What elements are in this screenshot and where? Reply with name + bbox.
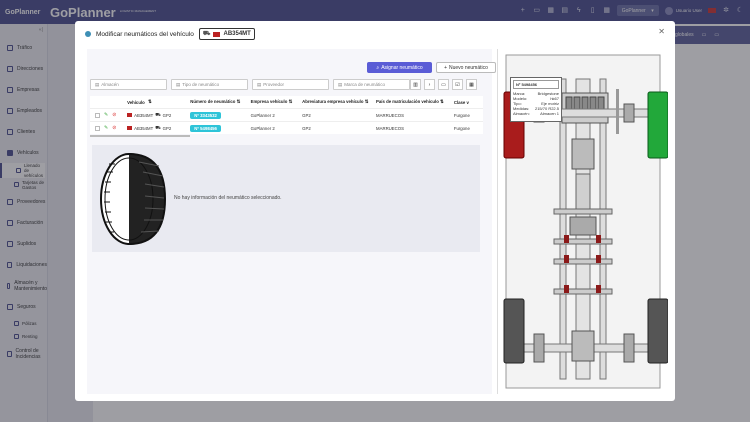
close-icon[interactable]: ✕ (658, 27, 665, 36)
filter-marca-neumatico[interactable]: ▤ Marca de neumático (333, 79, 410, 90)
table-row[interactable]: ✎ ⊘ AB354MT ⛟ GP2 Nº 3343532 GoPlanner 2 GP… (90, 109, 483, 122)
filter-icon: ▤ (176, 81, 181, 87)
tire-number-badge: Nº 3343532 (190, 111, 221, 119)
tire-rear-left[interactable] (503, 298, 525, 364)
filter-icon: ▤ (95, 81, 100, 87)
card-view-icon[interactable]: ▭ (438, 79, 449, 90)
column-header-abreviatura[interactable]: Abreviatura empresa vehículo ⇅ (302, 99, 376, 105)
row-checkbox[interactable] (95, 125, 100, 131)
column-header-vehiculo[interactable]: Vehículo ⇅ (127, 99, 190, 105)
tire-list-panel: ⌕ Asignar neumático + Nuevo neumático ▤ Alm… (87, 49, 496, 394)
tire-info-panel: No hay información del neumático selecci… (92, 145, 480, 252)
vehicle-axle-diagram: Nº 5498456 Marca: Bridgestone Modelo: hk67… (497, 49, 669, 394)
tire-front-right[interactable] (647, 91, 669, 159)
tire-number-badge: Nº 5498456 (190, 124, 221, 132)
tire-illustration-icon (100, 153, 167, 245)
delete-icon[interactable]: ⊘ (112, 112, 116, 118)
check-icon[interactable]: ☑ (452, 79, 463, 90)
delete-icon[interactable]: ⊘ (112, 125, 116, 131)
horizontal-scrollbar[interactable] (90, 135, 190, 137)
filter-tipo-neumatico[interactable]: ▤ Tipo de neumático (171, 79, 248, 90)
edit-icon[interactable]: ✎ (104, 125, 108, 131)
vehicle-plate-badge: ⛟ AB354MT (198, 28, 255, 40)
row-checkbox[interactable] (95, 112, 100, 118)
table-row[interactable]: ✎ ⊘ AB354MT ⛟ GP2 Nº 5498456 GoPlanner 2 GP… (90, 122, 483, 134)
no-info-message: No hay información del neumático selecci… (174, 195, 282, 201)
flag-icon (127, 113, 133, 117)
column-header-numero[interactable]: Número de neumático ⇅ (190, 99, 250, 105)
filter-icon: ▤ (338, 81, 343, 87)
assign-tire-button[interactable]: ⌕ Asignar neumático (367, 62, 432, 73)
filter-almacen[interactable]: ▤ Almacén (90, 79, 167, 90)
filter-proveedor[interactable]: ▤ Proveedor (252, 79, 329, 90)
truck-icon: ⛟ (155, 124, 161, 130)
columns-icon[interactable]: ▥ (410, 79, 421, 90)
column-header-clase[interactable]: Clase v (454, 100, 483, 105)
tires-table: Vehículo ⇅ Número de neumático ⇅ Empresa… (90, 96, 483, 134)
tooltip-title: Nº 5498456 (513, 80, 559, 89)
tire-modal: Modificar neumáticos del vehículo ⛟ AB354… (75, 21, 675, 401)
table-icon[interactable]: ▦ (466, 79, 477, 90)
column-header-pais[interactable]: País de matriculación vehículo ⇅ (376, 99, 454, 105)
plus-icon: + (444, 64, 447, 71)
filter-icon: ▤ (257, 81, 262, 87)
tooltip-row: Almacén: Almacen 1 (513, 111, 559, 116)
flag-icon (127, 126, 133, 130)
truck-icon: ⛟ (155, 111, 161, 117)
tire-settings-icon (85, 31, 91, 37)
new-tire-button[interactable]: + Nuevo neumático (436, 62, 496, 73)
flag-icon (213, 31, 221, 37)
modal-title: Modificar neumáticos del vehículo (96, 30, 194, 38)
table-header: Vehículo ⇅ Número de neumático ⇅ Empresa… (90, 96, 483, 109)
truck-icon: ⛟ (202, 31, 211, 37)
search-icon: ⌕ (376, 64, 380, 71)
chevron-right-icon[interactable]: › (424, 79, 435, 90)
column-header-empresa[interactable]: Empresa vehículo ⇅ (251, 99, 303, 105)
tire-rear-right[interactable] (647, 298, 669, 364)
tire-tooltip: Nº 5498456 Marca: Bridgestone Modelo: hk67… (510, 77, 562, 122)
edit-icon[interactable]: ✎ (104, 112, 108, 118)
